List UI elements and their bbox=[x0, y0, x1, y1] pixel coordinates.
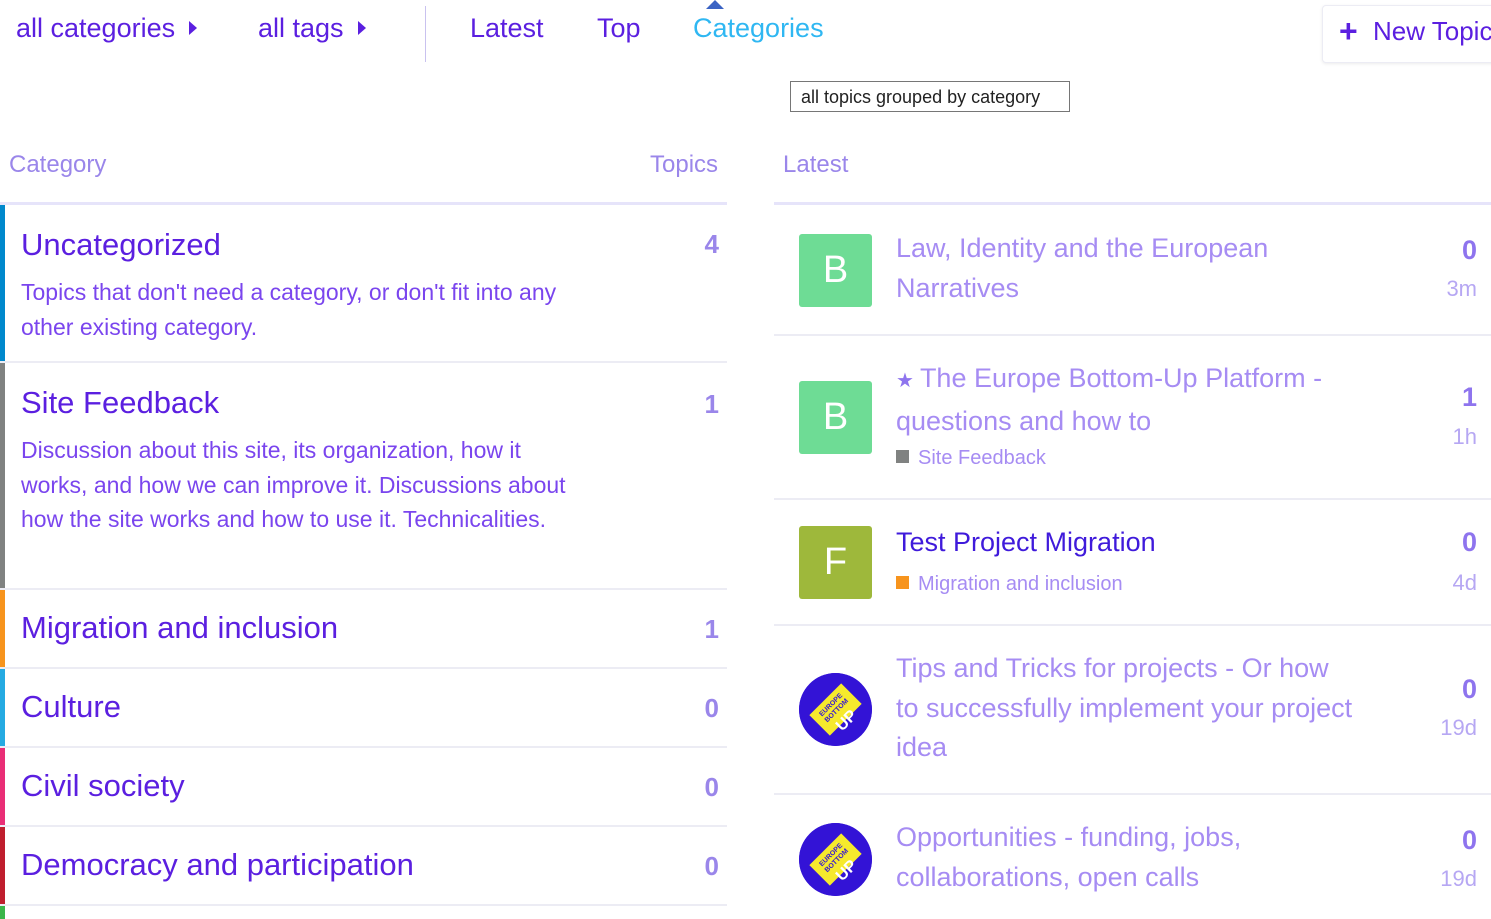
category-color-bar bbox=[0, 205, 5, 361]
user-avatar[interactable]: B bbox=[799, 234, 872, 307]
category-color-bar bbox=[0, 363, 5, 588]
topic-age[interactable]: 19d bbox=[1440, 715, 1477, 741]
category-color-bar bbox=[0, 748, 5, 825]
category-topic-count: 1 bbox=[704, 614, 719, 644]
column-header-latest: Latest bbox=[783, 151, 849, 178]
categories-dropdown[interactable]: all categories bbox=[16, 13, 198, 44]
topic-title[interactable]: Law, Identity and the European Narrative… bbox=[896, 229, 1356, 308]
topic-title[interactable]: Tips and Tricks for projects - Or how to… bbox=[896, 649, 1356, 768]
topic-category-name: Migration and inclusion bbox=[918, 573, 1123, 595]
category-description: Topics that don't need a category, or do… bbox=[21, 279, 557, 340]
category-topic-count: 0 bbox=[704, 851, 719, 881]
category-color-bar bbox=[0, 669, 5, 746]
column-header-category: Category bbox=[9, 151, 107, 178]
europe-bottom-up-logo-icon: EUROPE BOTTOM UP bbox=[799, 823, 872, 896]
category-row-uncategorized[interactable]: Uncategorized Topics that don't need a c… bbox=[0, 205, 727, 363]
tags-dropdown[interactable]: all tags bbox=[258, 13, 366, 44]
topic-age[interactable]: 3m bbox=[1446, 276, 1477, 302]
category-name[interactable]: Uncategorized bbox=[21, 227, 221, 263]
caret-right-icon bbox=[189, 20, 198, 35]
tab-top[interactable]: Top bbox=[597, 13, 641, 44]
topic-row[interactable]: F Test Project Migration Migration and i… bbox=[774, 500, 1491, 626]
user-avatar[interactable]: F bbox=[799, 526, 872, 599]
category-color-bar bbox=[0, 590, 5, 667]
topic-title[interactable]: Test Project Migration bbox=[896, 523, 1356, 563]
topic-title[interactable]: ★ The Europe Bottom-Up Platform - questio… bbox=[896, 359, 1356, 441]
user-avatar[interactable]: B bbox=[799, 381, 872, 454]
topic-category-badge[interactable]: Site Feedback bbox=[896, 447, 1046, 470]
categories-dropdown-label: all categories bbox=[16, 13, 176, 43]
europe-bottom-up-logo-avatar[interactable]: EUROPE BOTTOM UP bbox=[799, 823, 872, 896]
tags-dropdown-label: all tags bbox=[258, 13, 344, 43]
category-color-bar bbox=[0, 906, 5, 919]
category-name[interactable]: Site Feedback bbox=[21, 385, 219, 421]
topic-category-name: Site Feedback bbox=[918, 447, 1046, 469]
category-row-democracy[interactable]: Democracy and participation 0 bbox=[0, 827, 727, 906]
category-color-square bbox=[896, 450, 909, 464]
topic-row[interactable]: B ★ The Europe Bottom-Up Platform - quest… bbox=[774, 336, 1491, 500]
reply-count: 1 bbox=[1461, 382, 1477, 412]
category-row-site-feedback[interactable]: Site Feedback Discussion about this site… bbox=[0, 363, 727, 590]
topic-age[interactable]: 4d bbox=[1453, 570, 1477, 596]
category-color-square bbox=[896, 576, 909, 590]
reply-count: 0 bbox=[1461, 527, 1477, 557]
category-topic-count: 0 bbox=[704, 772, 719, 802]
category-row-migration[interactable]: Migration and inclusion 1 bbox=[0, 590, 727, 669]
new-topic-label: New Topic bbox=[1373, 16, 1491, 46]
topic-row[interactable]: EUROPE BOTTOM UP Tips and Tricks for pro… bbox=[774, 626, 1491, 795]
pin-icon: ★ bbox=[896, 370, 914, 392]
category-topic-count: 0 bbox=[704, 693, 719, 723]
new-topic-button[interactable]: + New Topic bbox=[1322, 5, 1491, 63]
reply-count: 0 bbox=[1461, 825, 1477, 855]
category-row-civil-society[interactable]: Civil society 0 bbox=[0, 748, 727, 827]
active-tab-indicator-icon bbox=[706, 0, 724, 9]
topic-age[interactable]: 1h bbox=[1453, 424, 1477, 450]
category-color-bar bbox=[0, 827, 5, 904]
reply-count: 0 bbox=[1461, 674, 1477, 704]
topic-title-text: The Europe Bottom-Up Platform - question… bbox=[896, 363, 1323, 436]
category-topic-count: 4 bbox=[704, 229, 719, 259]
tab-latest[interactable]: Latest bbox=[470, 13, 544, 44]
topic-category-badge[interactable]: Migration and inclusion bbox=[896, 573, 1123, 596]
tab-categories[interactable]: Categories bbox=[693, 13, 824, 44]
nav-divider bbox=[425, 6, 426, 62]
category-row-culture[interactable]: Culture 0 bbox=[0, 669, 727, 748]
category-description: Discussion about this site, its organiza… bbox=[21, 437, 566, 532]
topic-title[interactable]: Opportunities - funding, jobs, collabora… bbox=[896, 818, 1356, 897]
top-navigation: all categories all tags Latest Top Categ… bbox=[0, 0, 1491, 70]
topic-row[interactable]: EUROPE BOTTOM UP Opportunities - funding… bbox=[774, 795, 1491, 919]
category-name[interactable]: Culture bbox=[21, 689, 121, 725]
category-name[interactable]: Migration and inclusion bbox=[21, 610, 338, 646]
reply-count: 0 bbox=[1461, 235, 1477, 265]
column-header-topics: Topics bbox=[650, 151, 719, 178]
topic-age[interactable]: 19d bbox=[1440, 866, 1477, 892]
europe-bottom-up-logo-avatar[interactable]: EUROPE BOTTOM UP bbox=[799, 673, 872, 746]
tooltip: all topics grouped by category bbox=[790, 81, 1070, 112]
europe-bottom-up-logo-icon: EUROPE BOTTOM UP bbox=[799, 673, 872, 746]
plus-icon: + bbox=[1339, 13, 1358, 49]
topic-row[interactable]: B Law, Identity and the European Narrati… bbox=[774, 205, 1491, 336]
category-name[interactable]: Civil society bbox=[21, 768, 185, 804]
category-topic-count: 1 bbox=[704, 389, 719, 419]
category-name[interactable]: Democracy and participation bbox=[21, 847, 414, 883]
caret-right-icon bbox=[357, 20, 366, 35]
